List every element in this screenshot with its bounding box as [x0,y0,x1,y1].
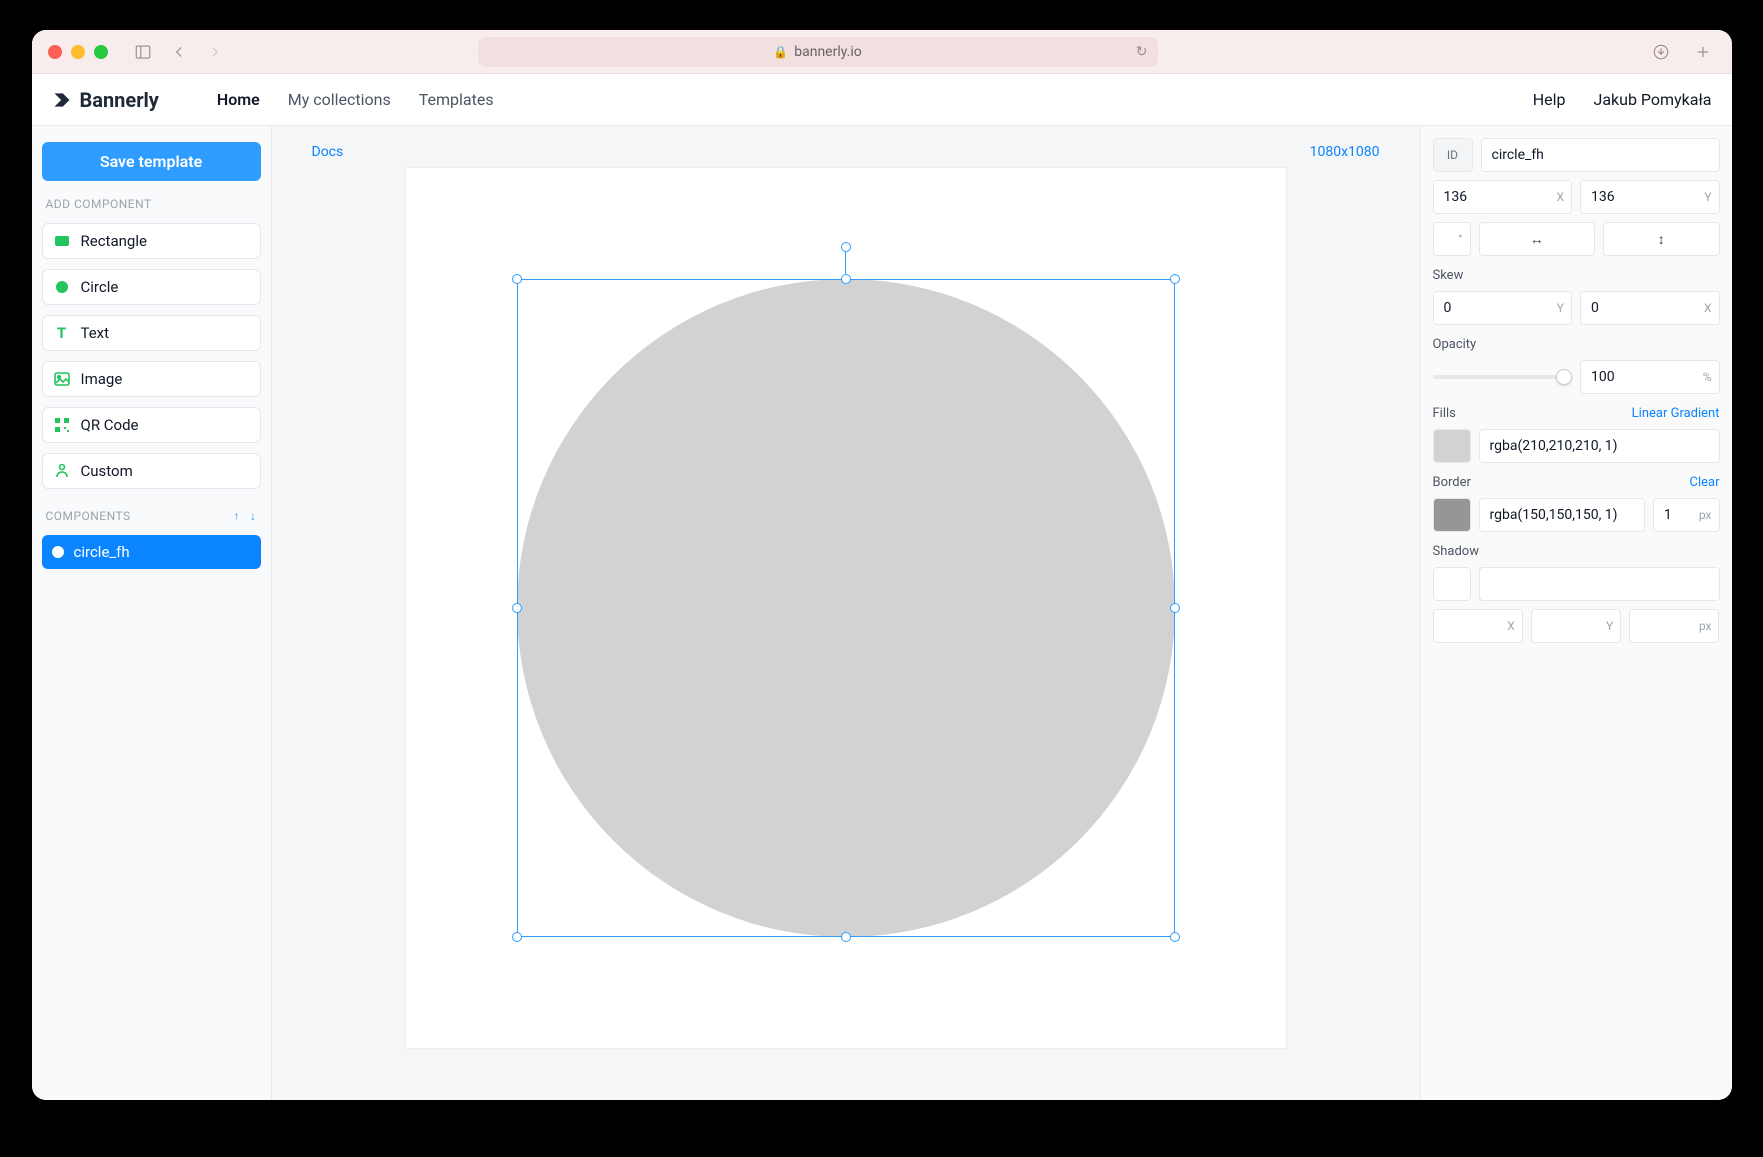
main-nav: Home My collections Templates [217,90,494,109]
sel-handle-se[interactable] [1170,932,1180,942]
fill-swatch[interactable] [1433,429,1471,463]
add-qrcode-button[interactable]: QR Code [42,407,261,443]
add-rectangle-button[interactable]: Rectangle [42,223,261,259]
sel-handle-sw[interactable] [512,932,522,942]
fills-gradient-link[interactable]: Linear Gradient [1632,406,1720,421]
brand-name: Bannerly [80,88,159,112]
add-rectangle-label: Rectangle [81,232,147,250]
app-header: Bannerly Home My collections Templates H… [32,74,1732,126]
add-image-label: Image [81,370,123,388]
fullscreen-window-icon[interactable] [94,45,108,59]
canvas-area[interactable]: Docs 1080x1080 [272,126,1420,1100]
add-circle-label: Circle [81,278,119,296]
sel-handle-e[interactable] [1170,603,1180,613]
close-window-icon[interactable] [48,45,62,59]
shadow-color-input[interactable] [1479,567,1720,601]
add-custom-label: Custom [81,462,133,480]
circle-icon [53,278,71,296]
move-up-icon[interactable]: ↑ [234,509,240,523]
docs-link[interactable]: Docs [312,144,344,160]
properties-panel: ID X Y ° ↔ ↕ Skew Y X Opacity % [1420,126,1732,1100]
reload-icon[interactable]: ↻ [1136,44,1148,60]
fill-color-input[interactable] [1479,429,1720,463]
border-label: Border [1433,471,1471,490]
id-label: ID [1433,138,1473,172]
add-text-button[interactable]: T Text [42,315,261,351]
add-qrcode-label: QR Code [81,416,139,434]
add-component-label: ADD COMPONENT [42,191,261,213]
url-bar[interactable]: 🔒 bannerly.io ↻ [478,37,1158,67]
add-image-button[interactable]: Image [42,361,261,397]
border-swatch[interactable] [1433,498,1471,532]
rotate-handle[interactable] [841,242,851,252]
brand[interactable]: Bannerly [52,88,159,112]
shadow-swatch[interactable] [1433,567,1471,601]
rotation-input[interactable] [1433,222,1471,256]
flip-horizontal-icon: ↔ [1530,231,1544,248]
browser-window: 🔒 bannerly.io ↻ Bannerly Home My collect… [32,30,1732,1100]
image-icon [53,370,71,388]
opacity-slider[interactable] [1433,375,1573,379]
pos-y-input[interactable] [1580,180,1720,214]
skew-label: Skew [1433,264,1720,283]
brand-logo-icon [52,90,72,110]
url-host: bannerly.io [794,44,861,60]
border-clear-link[interactable]: Clear [1690,475,1720,490]
sel-handle-n[interactable] [841,274,851,284]
sel-handle-nw[interactable] [512,274,522,284]
nav-forward-icon[interactable] [202,42,228,62]
skew-y-input[interactable] [1433,291,1573,325]
left-sidebar: Save template ADD COMPONENT Rectangle Ci… [32,126,272,1100]
opacity-label: Opacity [1433,333,1720,352]
text-icon: T [53,324,71,342]
qrcode-icon [53,416,71,434]
selection-box[interactable] [517,279,1175,937]
nav-templates[interactable]: Templates [419,90,494,109]
circle-glyph-icon [52,546,64,558]
flip-vertical-icon: ↕ [1658,231,1665,248]
nav-collections[interactable]: My collections [288,90,391,109]
downloads-icon[interactable] [1648,42,1674,62]
id-input[interactable] [1481,138,1720,172]
border-color-input[interactable] [1479,498,1645,532]
shadow-label: Shadow [1433,540,1720,559]
custom-icon [53,462,71,480]
minimize-window-icon[interactable] [71,45,85,59]
flip-horizontal-button[interactable]: ↔ [1479,222,1596,256]
new-tab-icon[interactable] [1690,42,1716,62]
save-template-button[interactable]: Save template [42,142,261,181]
nav-home[interactable]: Home [217,90,260,109]
nav-help[interactable]: Help [1533,90,1566,109]
component-item-label: circle_fh [74,543,130,561]
fills-label: Fills [1433,402,1456,421]
lock-icon: 🔒 [773,45,788,59]
rectangle-icon [53,232,71,250]
sel-handle-s[interactable] [841,932,851,942]
nav-back-icon[interactable] [166,42,192,62]
nav-user[interactable]: Jakub Pomykała [1594,90,1712,109]
components-label: COMPONENTS [46,509,131,523]
add-circle-button[interactable]: Circle [42,269,261,305]
add-custom-button[interactable]: Custom [42,453,261,489]
sidebar-toggle-icon[interactable] [130,42,156,62]
component-item-circle_fh[interactable]: circle_fh [42,535,261,569]
titlebar: 🔒 bannerly.io ↻ [32,30,1732,74]
add-text-label: Text [81,324,110,342]
opacity-input[interactable] [1580,360,1720,394]
pos-x-input[interactable] [1433,180,1573,214]
traffic-lights [48,45,108,59]
skew-x-input[interactable] [1580,291,1720,325]
flip-vertical-button[interactable]: ↕ [1603,222,1720,256]
sel-handle-w[interactable] [512,603,522,613]
artboard[interactable] [406,168,1286,1048]
canvas-dimensions: 1080x1080 [1310,144,1380,160]
sel-handle-ne[interactable] [1170,274,1180,284]
move-down-icon[interactable]: ↓ [250,509,256,523]
